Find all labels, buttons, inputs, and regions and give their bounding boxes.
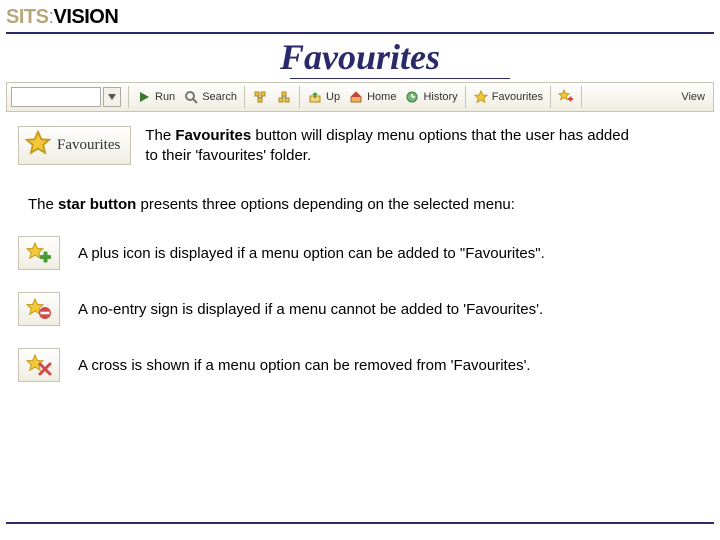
search-button[interactable]: Search: [179, 83, 241, 111]
favourites-description: The Favourites button will display menu …: [145, 126, 645, 165]
option-row-remove: A cross is shown if a menu option can be…: [18, 348, 700, 382]
star-remove-button[interactable]: [18, 348, 60, 382]
play-icon: [136, 89, 152, 105]
view-button[interactable]: View: [677, 83, 713, 111]
home-button[interactable]: Home: [344, 83, 400, 111]
run-label: Run: [155, 91, 175, 103]
tree-collapse-icon: [252, 89, 268, 105]
logo: SITS:VISION: [6, 6, 118, 29]
separator: [244, 86, 245, 108]
favourites-label: Favourites: [492, 91, 543, 103]
up-label: Up: [326, 91, 340, 103]
star-button-description: The star button presents three options d…: [28, 196, 700, 213]
star-cross-icon: [25, 353, 53, 377]
option-text: A no-entry sign is displayed if a menu c…: [78, 301, 543, 318]
command-dropdown[interactable]: [103, 87, 121, 107]
separator: [581, 86, 582, 108]
line2-text: The: [28, 196, 58, 213]
star-icon: [473, 89, 489, 105]
home-label: Home: [367, 91, 396, 103]
star-plus-icon: [25, 241, 53, 265]
line2-bold: star button: [58, 196, 136, 213]
search-icon: [183, 89, 199, 105]
tree-expand-icon: [276, 89, 292, 105]
favourites-button[interactable]: Favourites: [469, 83, 547, 111]
option-text: A plus icon is displayed if a menu optio…: [78, 245, 545, 262]
separator: [128, 86, 129, 108]
star-action-button[interactable]: [554, 83, 578, 111]
history-button[interactable]: History: [400, 83, 461, 111]
tree-expand-button[interactable]: [272, 83, 296, 111]
up-button[interactable]: Up: [303, 83, 344, 111]
logo-vision: VISION: [54, 6, 119, 28]
option-text: A cross is shown if a menu option can be…: [78, 357, 531, 374]
bottom-divider: [6, 522, 714, 524]
desc-text: The: [145, 127, 175, 144]
run-button[interactable]: Run: [132, 83, 179, 111]
separator: [465, 86, 466, 108]
star-noentry-button[interactable]: [18, 292, 60, 326]
search-label: Search: [202, 91, 237, 103]
star-noentry-icon: [25, 297, 53, 321]
home-icon: [348, 89, 364, 105]
title-underline: [290, 78, 510, 79]
star-plus-button[interactable]: [18, 236, 60, 270]
star-plus-icon: [558, 89, 574, 105]
separator: [550, 86, 551, 108]
favourites-big-label: Favourites: [57, 137, 120, 154]
tree-collapse-button[interactable]: [248, 83, 272, 111]
top-divider: [6, 32, 714, 34]
favourites-big-button[interactable]: Favourites: [18, 126, 131, 165]
toolbar: Run Search Up Home History: [6, 82, 714, 112]
logo-sits: SITS: [6, 6, 48, 28]
option-row-noentry: A no-entry sign is displayed if a menu c…: [18, 292, 700, 326]
view-label: View: [681, 91, 705, 103]
option-row-add: A plus icon is displayed if a menu optio…: [18, 236, 700, 270]
separator: [299, 86, 300, 108]
up-icon: [307, 89, 323, 105]
history-label: History: [423, 91, 457, 103]
star-icon: [25, 130, 51, 161]
line2-text: presents three options depending on the …: [136, 196, 515, 213]
history-icon: [404, 89, 420, 105]
favourites-feature-row: Favourites The Favourites button will di…: [18, 126, 645, 165]
command-input[interactable]: [11, 87, 101, 107]
page-title: Favourites: [0, 36, 720, 78]
desc-bold: Favourites: [175, 127, 251, 144]
